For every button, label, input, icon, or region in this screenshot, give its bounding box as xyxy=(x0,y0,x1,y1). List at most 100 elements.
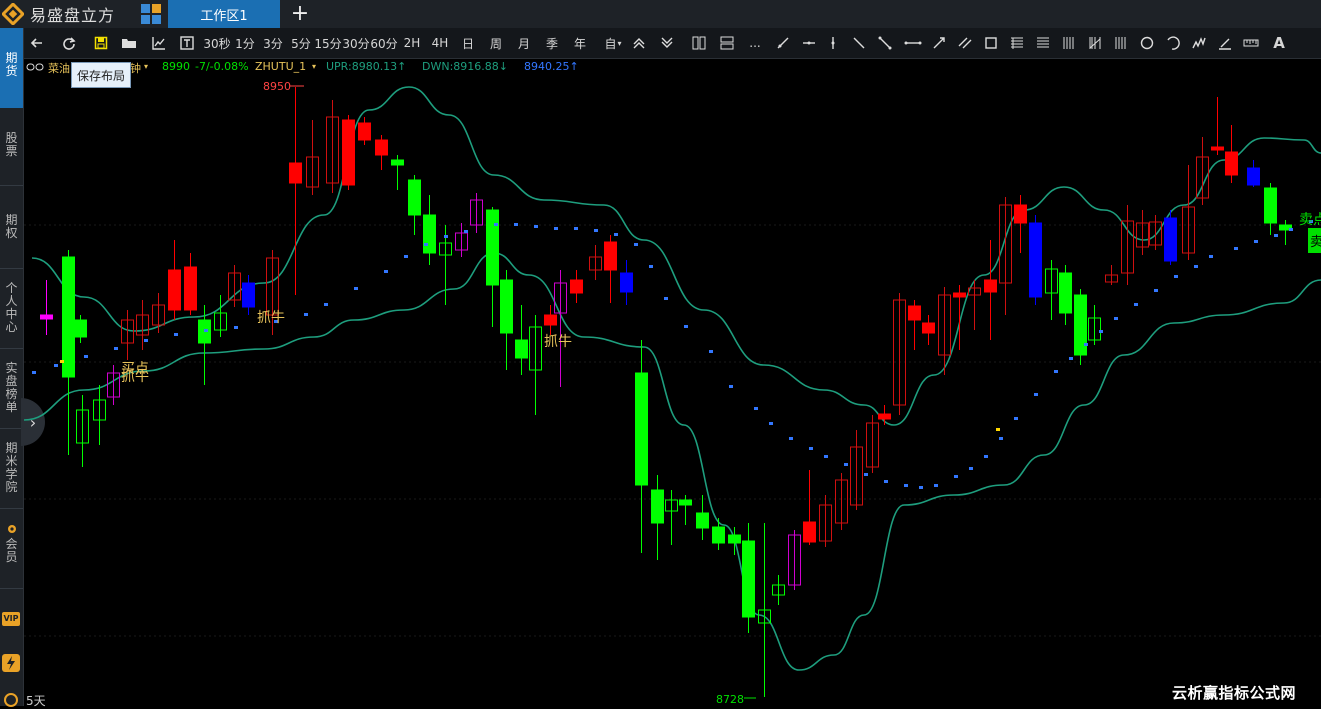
mid-dot xyxy=(1114,317,1118,320)
mid-dot xyxy=(84,355,88,358)
columns-layout-icon[interactable] xyxy=(690,34,708,52)
rectangle-tool-icon[interactable] xyxy=(982,34,1000,52)
candle-body xyxy=(1211,146,1224,151)
period-2h[interactable]: 2H xyxy=(402,34,422,52)
candle-body xyxy=(1059,272,1072,314)
zoom-out-chevrons-icon[interactable] xyxy=(658,34,676,52)
candle-body xyxy=(423,214,436,254)
horizontal-segment-icon[interactable] xyxy=(902,34,924,52)
period-caret-icon[interactable]: ▾ xyxy=(144,62,148,71)
mid-dot xyxy=(1034,393,1038,396)
period-30m[interactable]: 30分 xyxy=(342,34,370,52)
save-layout-tooltip: 保存布局 xyxy=(71,62,131,88)
candle-body xyxy=(184,266,197,311)
mid-dot xyxy=(904,484,908,487)
sidebar-item-member[interactable]: 会员 xyxy=(0,524,23,564)
period-3m[interactable]: 3分 xyxy=(262,34,284,52)
save-icon xyxy=(94,36,108,50)
lightning-icon[interactable] xyxy=(2,654,20,672)
parallel-lines-icon[interactable] xyxy=(956,34,974,52)
mid-dot xyxy=(1154,289,1158,292)
vertical-line-icon[interactable] xyxy=(824,34,842,52)
wave-tool-icon[interactable] xyxy=(1190,34,1208,52)
period-week[interactable]: 周 xyxy=(488,34,504,52)
fibonacci-icon[interactable] xyxy=(1008,34,1026,52)
time-zones-icon[interactable] xyxy=(1112,34,1130,52)
tab-workspace-1[interactable]: 工作区1 xyxy=(168,0,280,28)
candle-body xyxy=(168,269,181,311)
eye-icon xyxy=(7,525,16,533)
indicator-name[interactable]: ZHUTU_1 xyxy=(255,60,306,73)
mid-dot xyxy=(1289,228,1293,231)
line-chart-icon[interactable] xyxy=(150,34,168,52)
mid-dot xyxy=(594,229,598,232)
candle-body xyxy=(40,314,53,320)
period-month[interactable]: 月 xyxy=(516,34,532,52)
add-tab-button[interactable]: + xyxy=(290,2,310,26)
vip-badge[interactable]: VIP xyxy=(2,612,20,626)
mid-dot xyxy=(664,297,668,300)
period-15m[interactable]: 15分 xyxy=(314,34,342,52)
sidebar-item-leaderboard[interactable]: 实盘榜单 xyxy=(0,362,23,414)
circle-tool-icon[interactable] xyxy=(1138,34,1156,52)
period-quarter[interactable]: 季 xyxy=(544,34,560,52)
candlestick-chart[interactable]: 8950 8728 买点 抓牛 抓牛 抓牛 卖点 卖 xyxy=(24,75,1321,706)
candle-body xyxy=(62,256,75,378)
candle-body xyxy=(742,540,755,618)
sidebar-item-options[interactable]: 期权 xyxy=(0,214,23,240)
mid-dot xyxy=(884,480,888,483)
candle-body xyxy=(342,119,355,186)
candle-body xyxy=(486,209,499,286)
sidebar-item-academy[interactable]: 期米学院 xyxy=(0,442,23,494)
mid-dot xyxy=(384,270,388,273)
segment-line-icon[interactable] xyxy=(876,34,894,52)
sidebar-item-personal-center[interactable]: 个人中心 xyxy=(0,282,23,334)
text-tool-button[interactable]: A xyxy=(1270,34,1288,52)
arrow-line-icon[interactable] xyxy=(930,34,948,52)
trend-line-icon[interactable] xyxy=(850,34,868,52)
rows-layout-icon[interactable] xyxy=(718,34,736,52)
zoom-in-chevrons-icon[interactable] xyxy=(630,34,648,52)
period-day[interactable]: 日 xyxy=(460,34,476,52)
period-5m[interactable]: 5分 xyxy=(290,34,312,52)
ruler-tool-icon[interactable] xyxy=(1242,34,1260,52)
open-folder-icon[interactable] xyxy=(120,34,138,52)
text-box-icon[interactable] xyxy=(178,34,196,52)
mid-dot xyxy=(919,486,923,489)
mid-dot xyxy=(54,364,58,367)
period-60m[interactable]: 60分 xyxy=(370,34,398,52)
candle-body xyxy=(375,139,388,156)
indicator-caret-icon[interactable]: ▾ xyxy=(312,62,316,71)
candle-body xyxy=(570,279,583,294)
sidebar-item-futures[interactable]: 期货 xyxy=(0,28,23,108)
cycle-lines-icon[interactable] xyxy=(1060,34,1078,52)
apps-grid-icon[interactable] xyxy=(140,3,162,25)
save-layout-button[interactable] xyxy=(92,34,110,52)
horizontal-ray-icon[interactable] xyxy=(800,34,818,52)
brush-tool-icon[interactable] xyxy=(1216,34,1234,52)
candle-body xyxy=(1264,187,1277,224)
candle-body xyxy=(544,314,557,326)
ray-tool-icon[interactable] xyxy=(774,34,792,52)
sidebar-item-stocks[interactable]: 股票 xyxy=(0,132,23,158)
mid-dot xyxy=(824,455,828,458)
mid-dot xyxy=(324,303,328,306)
period-4h[interactable]: 4H xyxy=(430,34,450,52)
mid-dot xyxy=(404,255,408,258)
sidebar-divider xyxy=(0,428,23,429)
period-custom-dropdown[interactable]: 自 ▾ xyxy=(600,34,626,52)
period-30s[interactable]: 30秒 xyxy=(202,34,232,52)
back-arrow-icon[interactable] xyxy=(28,34,46,52)
link-icon[interactable] xyxy=(26,62,44,72)
gann-lines-icon[interactable] xyxy=(1034,34,1052,52)
refresh-icon[interactable] xyxy=(60,34,78,52)
candle-body xyxy=(803,521,816,543)
symbol-name[interactable]: 菜油 xyxy=(48,60,70,76)
period-year[interactable]: 年 xyxy=(572,34,588,52)
period-1m[interactable]: 1分 xyxy=(234,34,256,52)
sidebar-divider xyxy=(0,185,23,186)
arc-tool-icon[interactable] xyxy=(1164,34,1182,52)
fib-time-icon[interactable] xyxy=(1086,34,1104,52)
more-button[interactable]: ... xyxy=(748,34,762,52)
upper-band-value: UPR:8980.13↑ xyxy=(326,60,407,73)
